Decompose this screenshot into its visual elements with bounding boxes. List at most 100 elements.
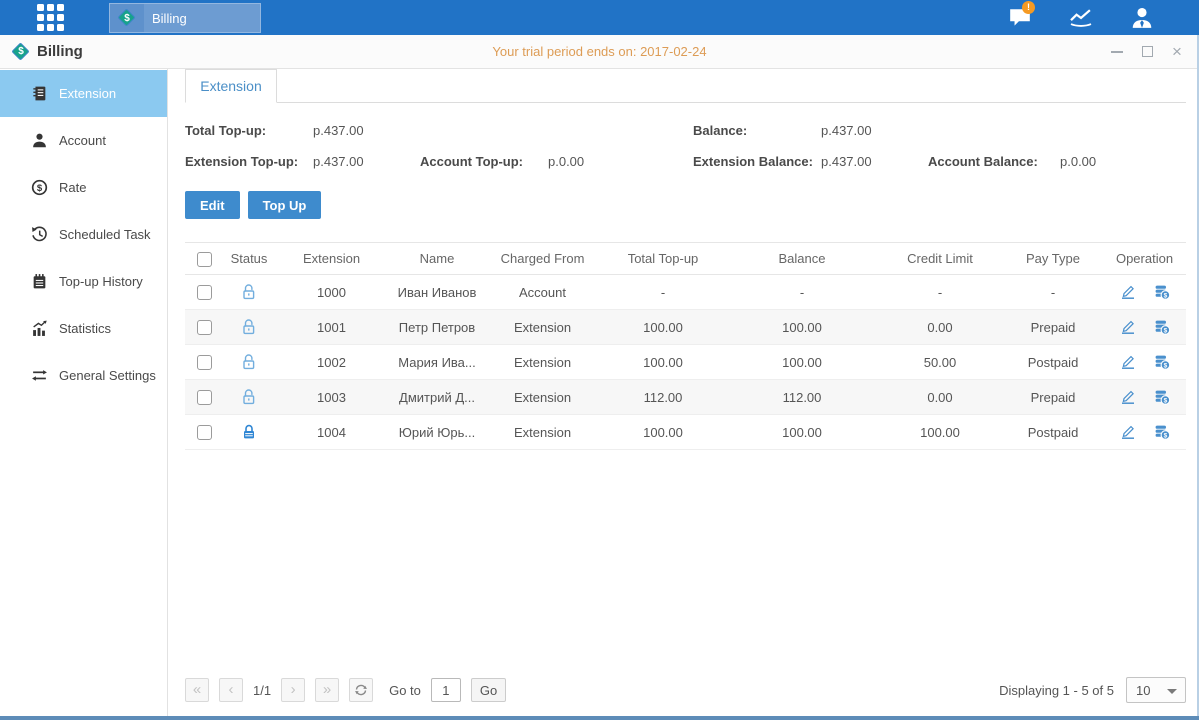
svg-text:$: $ [1163,362,1167,369]
first-page-button[interactable]: « [185,678,209,702]
pay-type-cell: Postpaid [1003,345,1103,380]
svg-text:$: $ [1163,397,1167,404]
line-chart-icon[interactable] [1064,5,1098,31]
top-up-button[interactable]: Top Up [248,191,322,219]
edit-row-button[interactable] [1119,318,1137,336]
lock-closed-icon [240,423,258,441]
credit-limit-cell: 0.00 [877,310,1003,345]
go-button[interactable]: Go [471,678,506,702]
clock-history-icon [31,226,48,243]
maximize-button[interactable] [1139,44,1155,60]
app-grid-icon[interactable] [37,4,64,31]
last-page-button[interactable]: » [315,678,339,702]
col-balance: Balance [727,243,877,275]
trial-notice: Your trial period ends on: 2017-02-24 [0,44,1199,59]
row-checkbox[interactable] [197,425,212,440]
topbar-tab-billing[interactable]: $ Billing [109,3,261,33]
topup-row-button[interactable]: $ [1153,423,1171,441]
extension-topup-label: Extension Top-up: [185,154,313,169]
dollar-circle-icon: $ [31,179,48,196]
summary-panel: Total Top-up: p.437.00 Balance: p.437.00… [185,115,1186,177]
credit-limit-cell: 0.00 [877,380,1003,415]
total-topup-cell: - [599,275,727,310]
tab-strip: Extension [185,69,1186,103]
tab-extension-label: Extension [200,78,261,94]
select-all-checkbox[interactable] [197,252,212,267]
sidebar-item-label: Rate [59,180,86,195]
minimize-button[interactable] [1109,44,1125,60]
lock-open-icon [240,353,258,371]
charged-from-cell: Account [486,275,599,310]
name-cell: Петр Петров [388,310,486,345]
sidebar: Extension Account $ Rate [0,69,168,716]
close-button[interactable]: × [1169,44,1185,60]
chevron-down-icon [1167,689,1177,694]
notepad-icon [31,273,48,290]
page-size-select[interactable]: 10 [1126,677,1186,703]
sidebar-item-scheduled-task[interactable]: Scheduled Task [0,211,167,258]
extension-cell: 1003 [275,380,388,415]
edit-row-button[interactable] [1119,353,1137,371]
col-pay-type: Pay Type [1003,243,1103,275]
topup-row-button[interactable]: $ [1153,283,1171,301]
person-icon [31,132,48,149]
tab-extension[interactable]: Extension [185,69,277,103]
pagination-bar: « ‹ 1/1 › » [185,674,1186,706]
total-topup-value: p.437.00 [313,123,420,138]
balance-cell: 100.00 [727,415,877,450]
sidebar-item-rate[interactable]: $ Rate [0,164,167,211]
next-page-button[interactable]: › [281,678,305,702]
goto-page-input[interactable] [431,678,461,702]
name-cell: Мария Ива... [388,345,486,380]
charged-from-cell: Extension [486,415,599,450]
person-icon[interactable] [1125,5,1159,31]
extension-topup-value: p.437.00 [313,154,420,169]
topup-row-button[interactable]: $ [1153,318,1171,336]
pay-type-cell: Postpaid [1003,415,1103,450]
sliders-icon [31,367,48,384]
sidebar-item-extension[interactable]: Extension [0,70,167,117]
charged-from-cell: Extension [486,345,599,380]
row-checkbox[interactable] [197,285,212,300]
refresh-button[interactable] [349,678,373,702]
table-row: 1004Юрий Юрь...Extension100.00100.00100.… [185,415,1186,450]
billing-app-icon: $ [12,43,30,61]
balance-value: p.437.00 [821,123,928,138]
topup-row-button[interactable]: $ [1153,353,1171,371]
col-name: Name [388,243,486,275]
extension-table-body: 1000Иван ИвановAccount----$1001Петр Петр… [185,275,1186,450]
balance-cell: 112.00 [727,380,877,415]
table-header-row: Status Extension Name Charged From Total… [185,243,1186,275]
edit-button[interactable]: Edit [185,191,240,219]
account-topup-label: Account Top-up: [420,154,548,169]
name-cell: Юрий Юрь... [388,415,486,450]
table-row: 1000Иван ИвановAccount----$ [185,275,1186,310]
topup-row-button[interactable]: $ [1153,388,1171,406]
total-topup-cell: 100.00 [599,310,727,345]
window-bottom-edge [0,716,1199,720]
row-checkbox[interactable] [197,390,212,405]
row-checkbox[interactable] [197,320,212,335]
page-indicator: 1/1 [253,683,271,698]
col-extension: Extension [275,243,388,275]
row-checkbox[interactable] [197,355,212,370]
top-bar: $ Billing ! [0,0,1199,35]
chat-icon[interactable]: ! [1003,5,1037,31]
bar-chart-icon [31,320,48,337]
prev-page-button[interactable]: ‹ [219,678,243,702]
sidebar-item-topup-history[interactable]: Top-up History [0,258,167,305]
edit-row-button[interactable] [1119,388,1137,406]
total-topup-cell: 100.00 [599,415,727,450]
extension-cell: 1002 [275,345,388,380]
name-cell: Иван Иванов [388,275,486,310]
sidebar-item-general-settings[interactable]: General Settings [0,352,167,399]
edit-row-button[interactable] [1119,283,1137,301]
sidebar-item-statistics[interactable]: Statistics [0,305,167,352]
edit-row-button[interactable] [1119,423,1137,441]
extension-table: Status Extension Name Charged From Total… [185,242,1186,450]
credit-limit-cell: - [877,275,1003,310]
topbar-tab-label: Billing [152,11,187,26]
col-credit-limit: Credit Limit [877,243,1003,275]
table-row: 1002Мария Ива...Extension100.00100.0050.… [185,345,1186,380]
sidebar-item-account[interactable]: Account [0,117,167,164]
